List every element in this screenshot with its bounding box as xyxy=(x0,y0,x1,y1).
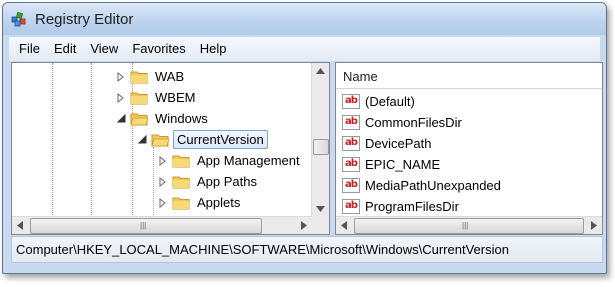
values-horizontal-scroll-thumb[interactable]: ||| xyxy=(354,218,584,234)
value-row[interactable]: ab (Default) xyxy=(342,91,415,112)
menu-edit[interactable]: Edit xyxy=(47,38,83,60)
value-row[interactable]: ab EPIC_NAME xyxy=(342,154,440,175)
value-name: DevicePath xyxy=(365,136,432,151)
scrollbar-corner xyxy=(312,217,329,234)
expand-arrow-icon[interactable] xyxy=(116,92,126,103)
collapse-arrow-icon[interactable] xyxy=(137,135,147,145)
folder-icon xyxy=(130,71,148,83)
tree-node-label: Applets xyxy=(197,195,241,210)
tree-node-wab[interactable]: WAB xyxy=(116,66,187,87)
folder-icon xyxy=(172,155,190,167)
string-value-icon: ab xyxy=(342,94,360,109)
tree-guide-line xyxy=(52,63,53,217)
tree-vertical-scrollbar[interactable] xyxy=(311,63,329,217)
string-value-icon: ab xyxy=(342,157,360,172)
scroll-left-arrow-icon[interactable] xyxy=(17,221,23,230)
scroll-up-arrow-icon[interactable] xyxy=(316,68,325,74)
value-name: CommonFilesDir xyxy=(365,115,462,130)
expand-arrow-icon[interactable] xyxy=(158,176,168,187)
string-value-icon: ab xyxy=(342,178,360,193)
key-tree-pane[interactable]: WAB WBEM Windows CurrentVersion App Mana… xyxy=(11,62,330,235)
tree-node-currentversion[interactable]: CurrentVersion xyxy=(137,129,268,150)
value-row[interactable]: ab DevicePath xyxy=(342,133,431,154)
title-bar[interactable]: Registry Editor xyxy=(3,3,606,35)
values-pane[interactable]: Name ab (Default) ab CommonFilesDir ab D… xyxy=(335,62,603,235)
tree-horizontal-scrollbar[interactable]: ||| xyxy=(12,216,312,234)
value-name: (Default) xyxy=(365,94,415,109)
tree-node-label: WBEM xyxy=(155,90,196,105)
status-bar: Computer\HKEY_LOCAL_MACHINE\SOFTWARE\Mic… xyxy=(11,236,603,263)
value-row[interactable]: ab MediaPathUnexpanded xyxy=(342,175,501,196)
scroll-right-arrow-icon[interactable] xyxy=(591,221,597,230)
folder-icon xyxy=(172,197,190,209)
current-key-path: Computer\HKEY_LOCAL_MACHINE\SOFTWARE\Mic… xyxy=(16,242,509,257)
tree-node-windows[interactable]: Windows xyxy=(116,108,211,129)
string-value-icon: ab xyxy=(342,136,360,151)
values-list-header: Name xyxy=(336,63,602,89)
tree-guide-line xyxy=(153,147,154,217)
tree-node-label-selected: CurrentVersion xyxy=(173,130,268,149)
collapse-arrow-icon[interactable] xyxy=(116,114,126,124)
tree-horizontal-scroll-thumb[interactable]: ||| xyxy=(30,218,262,234)
scroll-right-arrow-icon[interactable] xyxy=(301,221,307,230)
value-name: ProgramFilesDir xyxy=(365,199,459,214)
registry-key-tree: WAB WBEM Windows CurrentVersion App Mana… xyxy=(12,63,312,217)
menu-favorites[interactable]: Favorites xyxy=(125,38,192,60)
string-value-icon: ab xyxy=(342,199,360,214)
tree-node-label: Windows xyxy=(155,111,208,126)
value-name: EPIC_NAME xyxy=(365,157,441,172)
menu-bar: File Edit View Favorites Help xyxy=(9,37,600,61)
tree-node-app-management[interactable]: App Management xyxy=(158,150,303,171)
values-horizontal-scrollbar[interactable]: ||| xyxy=(336,216,602,234)
menu-help[interactable]: Help xyxy=(193,38,234,60)
tree-node-label: WAB xyxy=(155,69,185,84)
scroll-down-arrow-icon[interactable] xyxy=(316,206,325,212)
expand-arrow-icon[interactable] xyxy=(158,155,168,166)
window-title: Registry Editor xyxy=(35,11,134,28)
folder-icon xyxy=(130,92,148,104)
tree-node-label: App Management xyxy=(197,153,300,168)
tree-node-wbem[interactable]: WBEM xyxy=(116,87,198,108)
tree-node-label: App Paths xyxy=(197,174,257,189)
registry-editor-app-icon xyxy=(11,11,26,27)
open-folder-icon xyxy=(130,113,148,125)
tree-node-app-paths[interactable]: App Paths xyxy=(158,171,260,192)
folder-icon xyxy=(172,176,190,188)
expand-arrow-icon[interactable] xyxy=(158,197,168,208)
scroll-grip-icon: ||| xyxy=(462,221,469,230)
scroll-left-arrow-icon[interactable] xyxy=(341,221,347,230)
tree-node-applets[interactable]: Applets xyxy=(158,192,243,213)
value-row[interactable]: ab CommonFilesDir xyxy=(342,112,462,133)
string-value-icon: ab xyxy=(342,115,360,130)
value-row[interactable]: ab ProgramFilesDir xyxy=(342,196,459,217)
menu-view[interactable]: View xyxy=(83,38,125,60)
tree-guide-line xyxy=(91,63,92,217)
value-name: MediaPathUnexpanded xyxy=(365,178,501,193)
tree-vertical-scroll-thumb[interactable] xyxy=(313,139,329,155)
column-header-name[interactable]: Name xyxy=(343,69,378,84)
open-folder-icon xyxy=(151,134,169,146)
expand-arrow-icon[interactable] xyxy=(116,71,126,82)
scroll-grip-icon: ||| xyxy=(140,221,147,230)
registry-editor-window: Registry Editor File Edit View Favorites… xyxy=(2,2,607,274)
menu-file[interactable]: File xyxy=(9,38,47,60)
